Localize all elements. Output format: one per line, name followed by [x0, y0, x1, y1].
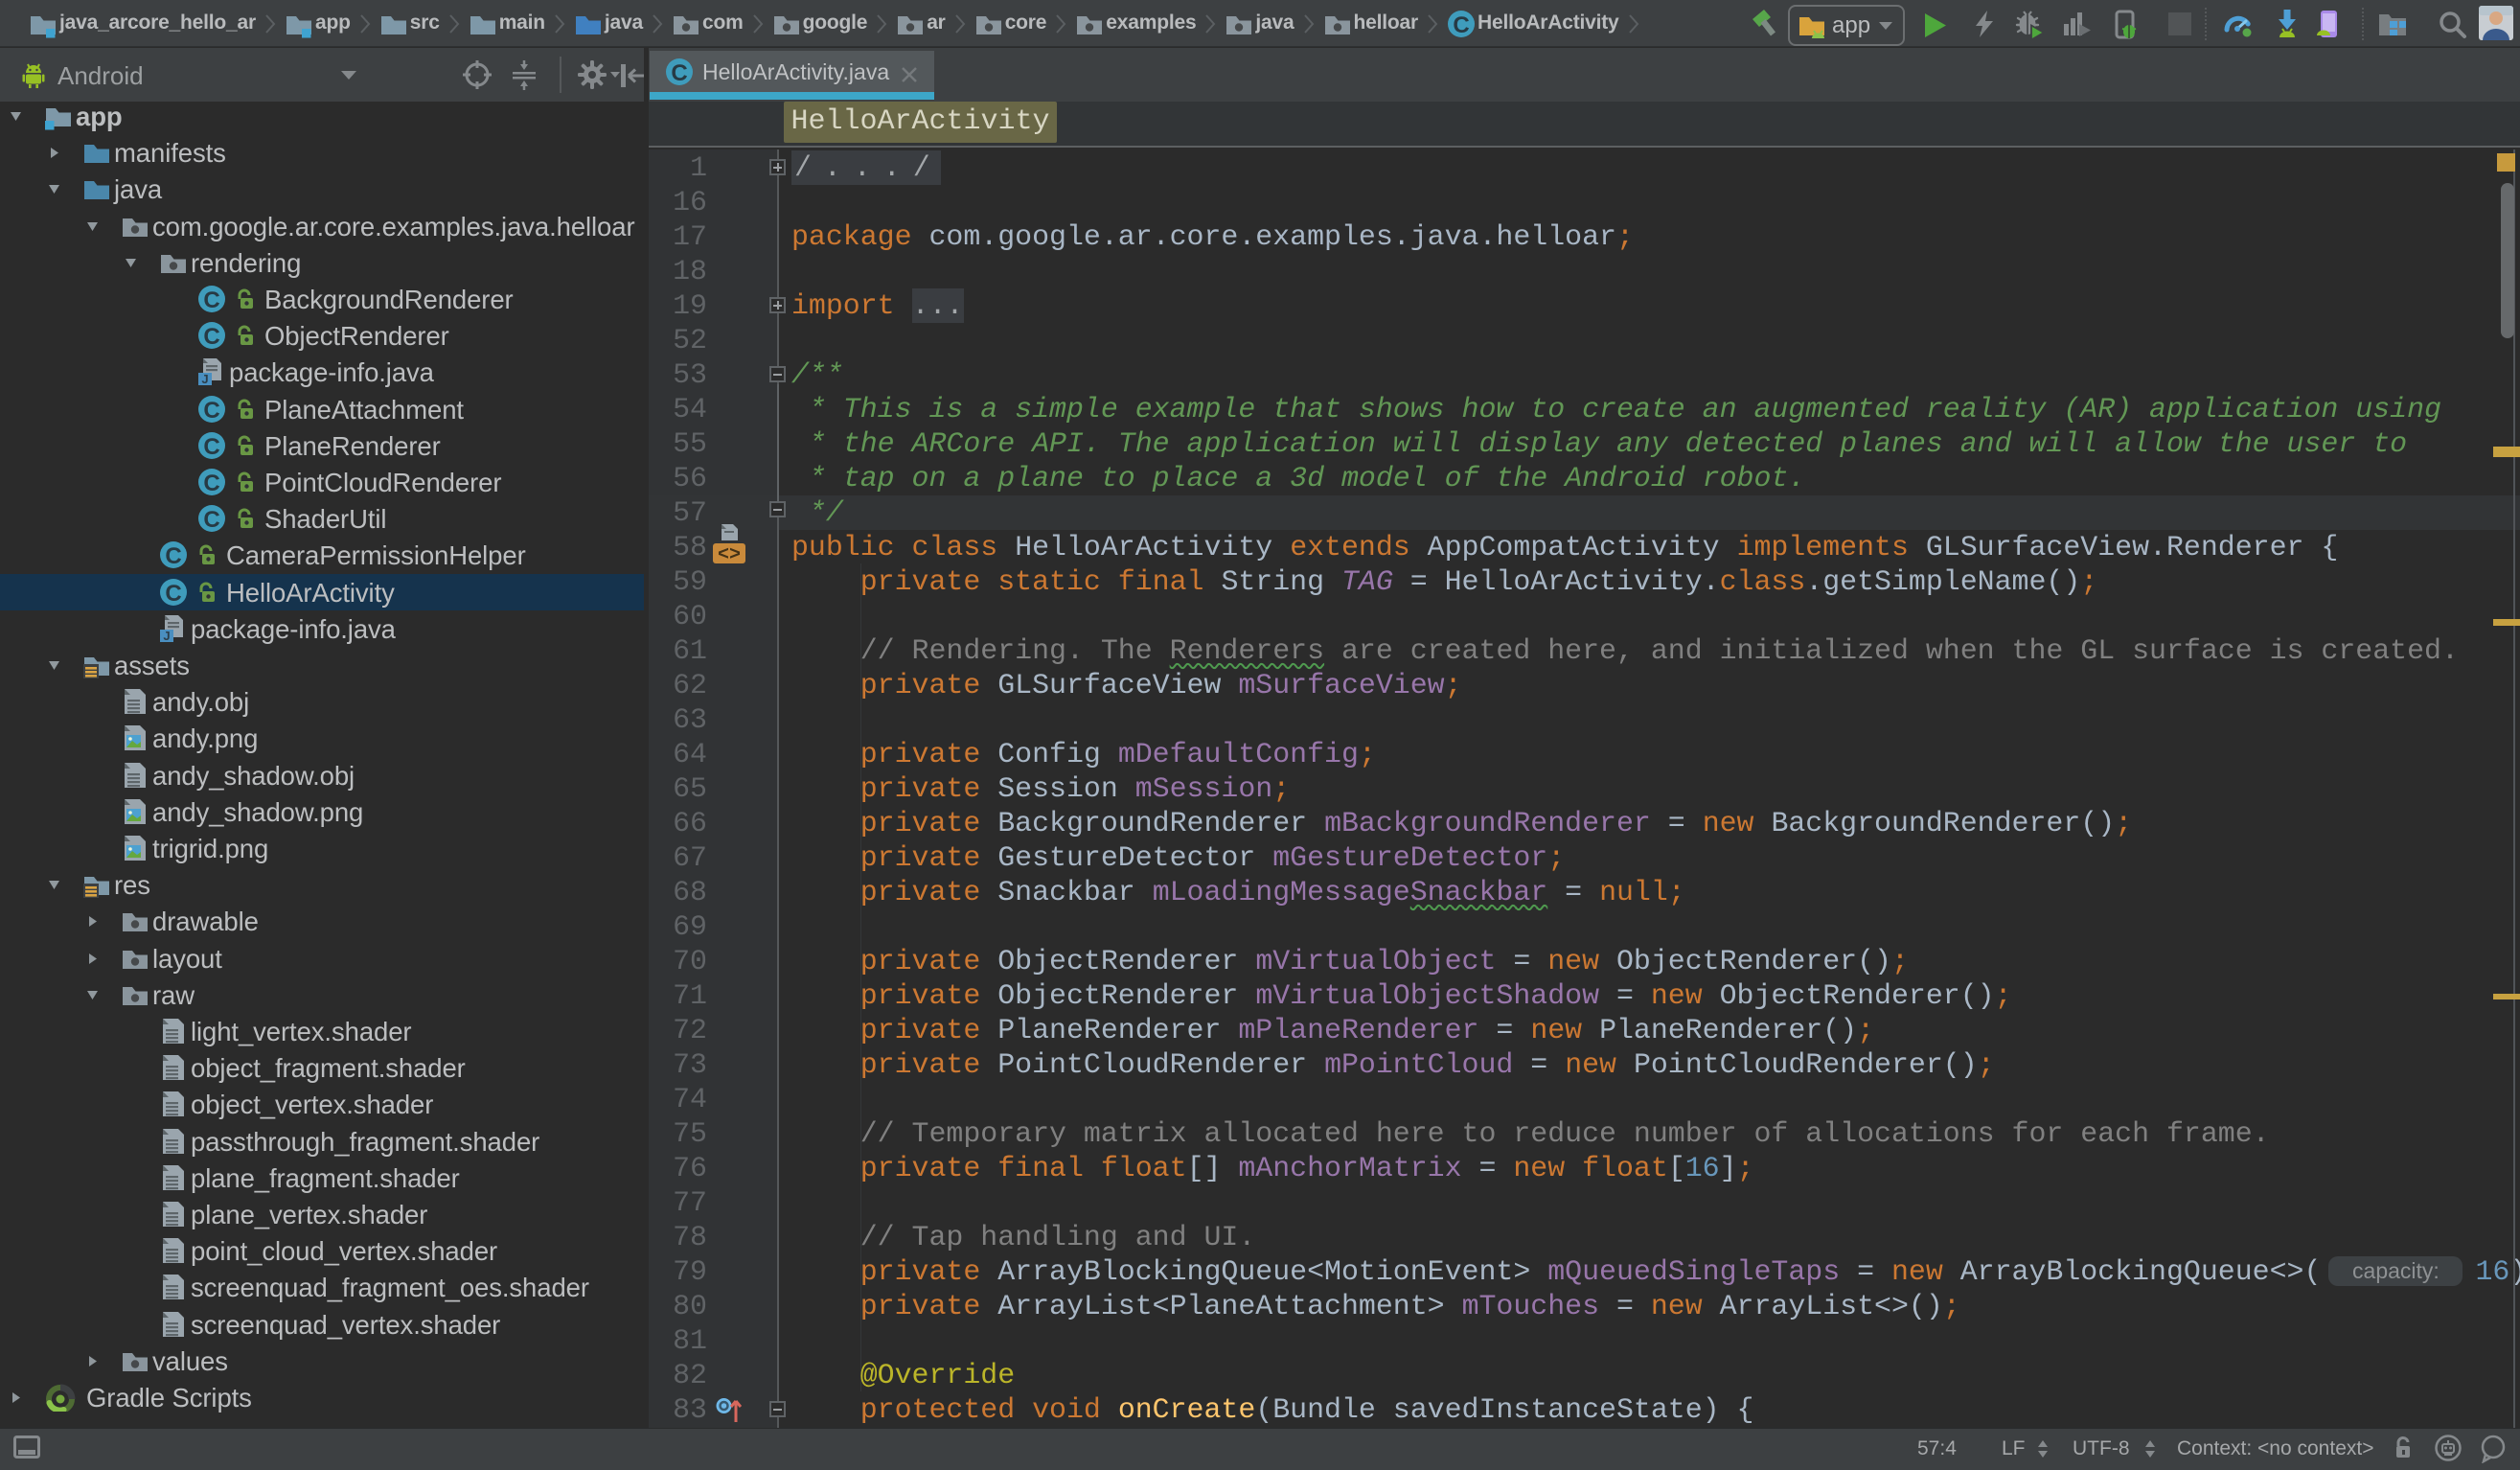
svg-text:J: J: [163, 629, 170, 643]
svg-text:C: C: [1453, 12, 1469, 38]
svg-text:C: C: [203, 287, 219, 313]
svg-text:J: J: [201, 372, 208, 386]
svg-text:C: C: [203, 434, 219, 460]
svg-text:<>: <>: [718, 544, 741, 563]
svg-text:C: C: [671, 60, 687, 86]
svg-text:C: C: [203, 471, 219, 496]
svg-text:C: C: [203, 507, 219, 533]
svg-text:C: C: [165, 581, 181, 607]
svg-text:C: C: [165, 543, 181, 569]
svg-text:C: C: [203, 324, 219, 350]
svg-text:C: C: [203, 398, 219, 424]
